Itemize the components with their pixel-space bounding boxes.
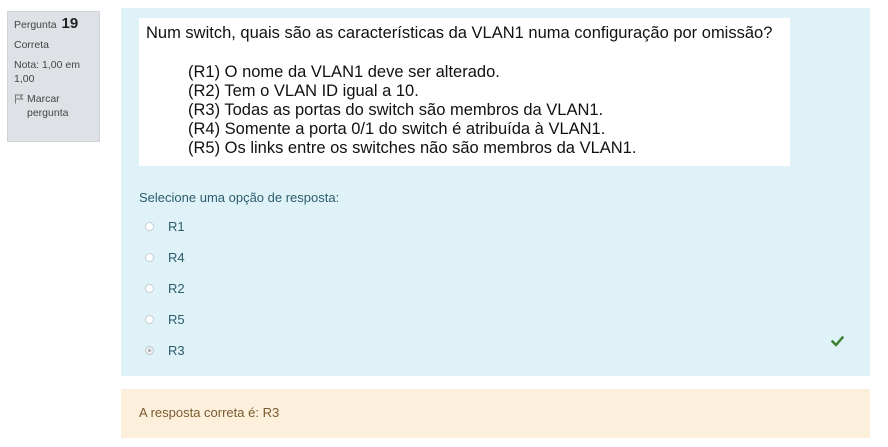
answer-option-r2[interactable]: R2 (145, 273, 185, 304)
answer-prompt: Selecione uma opção de resposta: (139, 190, 340, 205)
statement-r3: (R3) Todas as portas do switch são membr… (188, 101, 604, 119)
statement-r4: (R4) Somente a porta 0/1 do switch é atr… (188, 120, 606, 138)
flag-question-link[interactable]: Marcar pergunta (14, 92, 93, 120)
answer-radio[interactable] (145, 284, 154, 293)
answer-label: R3 (168, 343, 185, 358)
answer-option-r1[interactable]: R1 (145, 211, 185, 242)
statement-r5: (R5) Os links entre os switches não são … (188, 139, 637, 157)
question-text: Num switch, quais são as características… (146, 24, 773, 42)
answer-radio[interactable] (145, 222, 154, 231)
flag-icon (15, 94, 24, 104)
question-statements: (R1) O nome da VLAN1 deve ser alterado. … (188, 63, 636, 158)
answer-option-r4[interactable]: R4 (145, 242, 185, 273)
statement-r2: (R2) Tem o VLAN ID igual a 10. (188, 82, 419, 100)
feedback-box: A resposta correta é: R3 (121, 389, 870, 438)
answer-label: R2 (168, 281, 185, 296)
check-icon (831, 336, 844, 347)
answer-option-r5[interactable]: R5 (145, 304, 185, 335)
question-formulation: Num switch, quais são as características… (121, 8, 870, 376)
answer-radio[interactable] (145, 253, 154, 262)
question-number-line: Pergunta 19 (14, 15, 93, 32)
question-grade: Nota: 1,00 em 1,00 (14, 59, 80, 85)
answer-option-r3[interactable]: R3 (145, 335, 185, 366)
answer-radio-selected[interactable] (145, 346, 154, 355)
answer-radio[interactable] (145, 315, 154, 324)
answer-label: R5 (168, 312, 185, 327)
flag-question-label: Marcar pergunta (27, 93, 69, 119)
question-state: Correta (14, 39, 50, 51)
question-number: 19 (61, 15, 79, 32)
answer-label: R4 (168, 250, 185, 265)
answer-label: R1 (168, 219, 185, 234)
question-info-panel: Pergunta 19 Correta Nota: 1,00 em 1,00 M… (7, 11, 100, 142)
answer-list: R1 R4 R2 R5 R3 (145, 211, 185, 366)
question-label: Pergunta (14, 19, 57, 31)
question-image: Num switch, quais são as características… (139, 18, 790, 166)
correct-answer-feedback: A resposta correta é: R3 (139, 405, 280, 420)
statement-r1: (R1) O nome da VLAN1 deve ser alterado. (188, 63, 500, 81)
